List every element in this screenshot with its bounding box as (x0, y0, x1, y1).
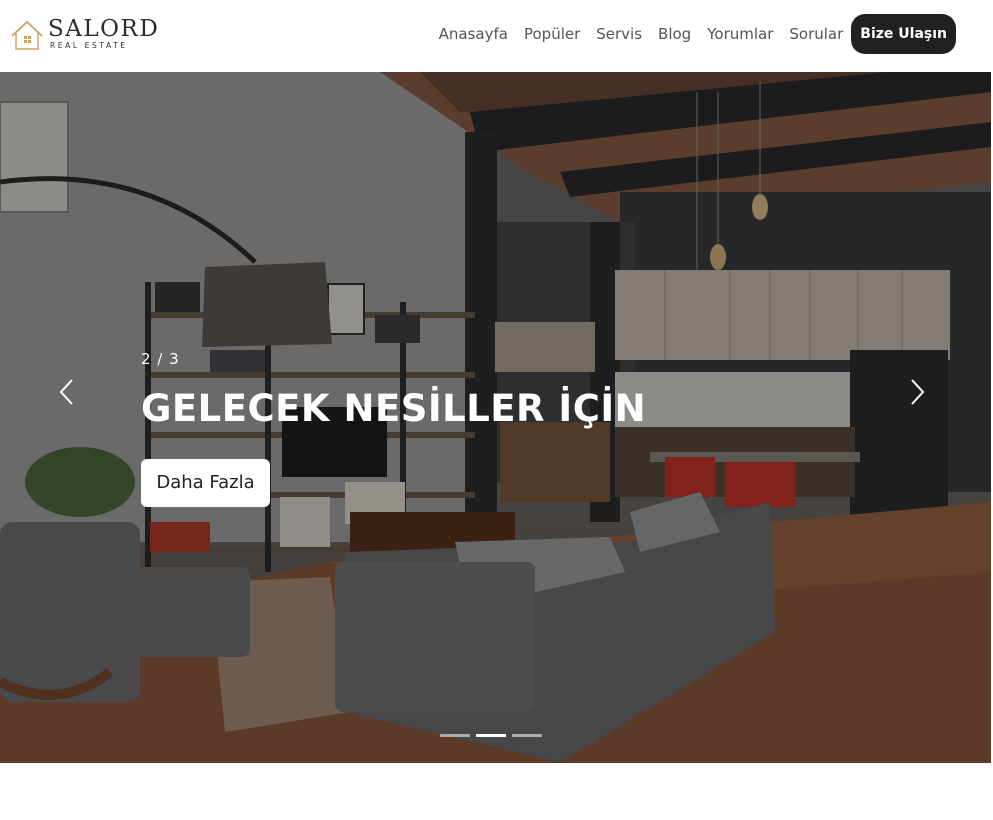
hero-carousel: 2 / 3 GELECEK NESİLLER İÇİN Daha Fazla (0, 72, 991, 763)
nav-link-servis[interactable]: Servis (596, 14, 642, 54)
nav-link-sorular[interactable]: Sorular (789, 14, 843, 54)
carousel-prev-button[interactable] (56, 374, 80, 410)
brand-name: SALORD (48, 16, 160, 42)
carousel-next-button[interactable] (904, 374, 928, 410)
main-nav: Anasayfa Popüler Servis Blog Yorumlar So… (439, 14, 956, 54)
site-header: SALORD REAL ESTATE Anasayfa Popüler Serv… (0, 0, 993, 72)
carousel-indicator-1[interactable] (440, 734, 470, 737)
brand-tagline: REAL ESTATE (50, 41, 128, 50)
chevron-left-icon (59, 379, 73, 405)
page-below-hero (0, 763, 993, 820)
nav-link-populer[interactable]: Popüler (524, 14, 580, 54)
slide-counter: 2 / 3 (141, 350, 180, 368)
brand-logo[interactable]: SALORD REAL ESTATE (10, 16, 159, 52)
nav-link-anasayfa[interactable]: Anasayfa (439, 14, 508, 54)
chevron-right-icon (911, 379, 925, 405)
more-button[interactable]: Daha Fazla (141, 459, 270, 507)
carousel-indicators (440, 734, 548, 737)
slide-title: GELECEK NESİLLER İÇİN (141, 387, 647, 430)
nav-link-yorumlar[interactable]: Yorumlar (707, 14, 773, 54)
carousel-indicator-2[interactable] (476, 734, 506, 737)
nav-link-blog[interactable]: Blog (658, 14, 691, 54)
carousel-indicator-3[interactable] (512, 734, 542, 737)
house-logo-icon (11, 20, 43, 50)
contact-button[interactable]: Bize Ulaşın (851, 14, 956, 54)
